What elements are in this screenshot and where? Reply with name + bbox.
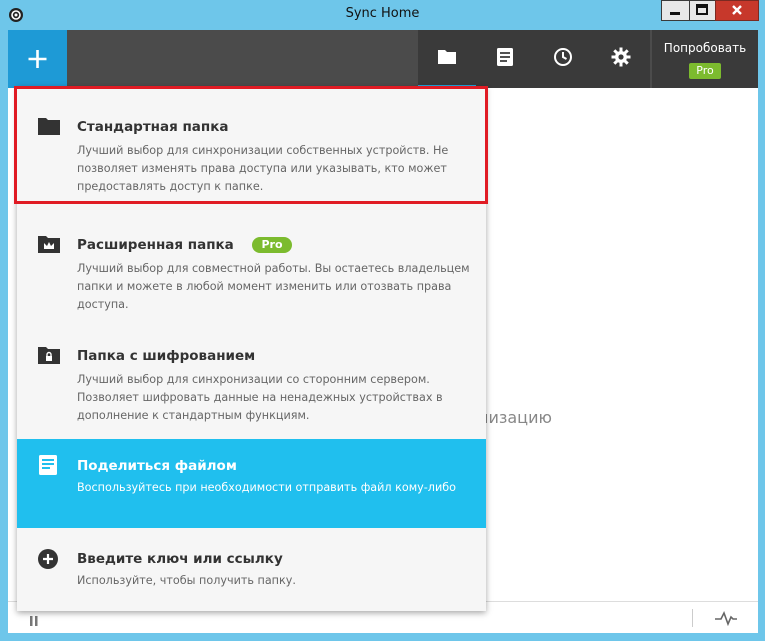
toolbar: Попробовать Pro	[8, 30, 758, 88]
folder-icon	[438, 50, 456, 64]
tab-folders[interactable]	[418, 30, 476, 88]
plus-circle-icon	[38, 549, 58, 569]
try-pro-button[interactable]: Попробовать Pro	[652, 30, 758, 88]
pause-icon[interactable]	[28, 614, 40, 628]
menu-item-description: Лучший выбор для синхронизации со сторон…	[77, 373, 443, 422]
background-hint-text: низацию	[478, 408, 552, 427]
menu-item-title: Поделиться файлом	[77, 458, 237, 474]
file-icon	[39, 455, 57, 475]
highlight-box	[14, 86, 488, 204]
tab-settings[interactable]	[592, 30, 650, 88]
menu-item-description: Используйте, чтобы получить папку.	[77, 574, 296, 587]
close-button[interactable]	[715, 0, 759, 21]
menu-item-title: Папка с шифрованием	[77, 348, 256, 364]
menu-item-description: Воспользуйтесь при необходимости отправи…	[77, 481, 456, 494]
plus-icon	[28, 50, 47, 68]
activity-pulse-icon[interactable]	[714, 610, 738, 626]
menu-item-title: Введите ключ или ссылку	[77, 551, 283, 567]
tab-activity[interactable]	[534, 30, 592, 88]
tab-history[interactable]	[476, 30, 534, 88]
window-title: Sync Home	[345, 6, 420, 21]
menu-item-description: Лучший выбор для совместной работы. Вы о…	[77, 262, 470, 311]
pro-chip: Pro	[689, 63, 721, 79]
try-pro-label: Попробовать	[663, 41, 747, 55]
pro-badge: Pro	[252, 237, 292, 253]
app-window: Sync Home Попробовать Pro низацию Станда…	[0, 0, 765, 641]
gear-icon	[611, 47, 631, 67]
clock-icon	[554, 48, 572, 66]
menu-item-title: Расширенная папка	[77, 237, 234, 253]
maximize-icon	[696, 4, 708, 15]
add-folder-menu: Стандартная папка Лучший выбор для синхр…	[14, 86, 488, 611]
document-icon	[497, 48, 513, 66]
folder-lock-icon	[38, 347, 60, 364]
menu-item-standard-folder[interactable]: Стандартная папка Лучший выбор для синхр…	[14, 86, 488, 209]
title-bar[interactable]: Sync Home	[0, 0, 765, 30]
menu-item-encrypted-folder[interactable]: Папка с шифрованием Лучший выбор для син…	[17, 315, 486, 425]
close-icon	[732, 5, 742, 15]
client-area: Попробовать Pro низацию Стандартная папк…	[8, 30, 758, 633]
minimize-icon	[670, 12, 680, 15]
menu-item-share-file[interactable]: Поделиться файлом Воспользуйтесь при нео…	[17, 439, 486, 528]
menu-item-enter-key[interactable]: Введите ключ или ссылку Используйте, что…	[17, 528, 486, 611]
add-folder-button[interactable]	[8, 30, 67, 88]
folder-crown-icon	[38, 236, 60, 253]
maximize-button[interactable]	[689, 0, 715, 21]
menu-item-advanced-folder[interactable]: Расширенная папка Pro Лучший выбор для с…	[17, 204, 486, 315]
status-divider	[692, 609, 693, 627]
minimize-button[interactable]	[661, 0, 689, 21]
